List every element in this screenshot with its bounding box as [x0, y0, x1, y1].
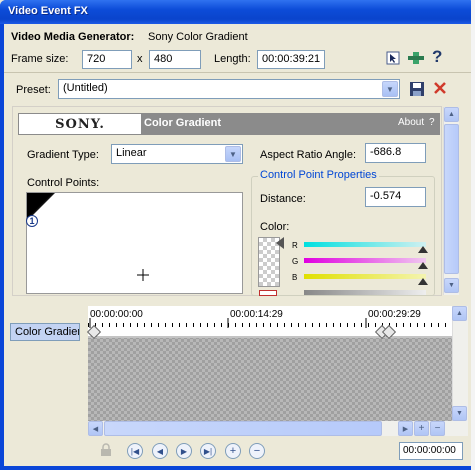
timecode-display[interactable]: 00:00:00:00: [399, 442, 463, 460]
control-points-canvas[interactable]: [26, 192, 243, 294]
distance-input[interactable]: -0.574: [365, 187, 426, 207]
last-keyframe-icon[interactable]: ▶|: [200, 443, 216, 459]
background-strip: [471, 0, 475, 470]
aspect-ratio-label: Aspect Ratio Angle:: [260, 149, 357, 161]
sony-logo: SONY.: [18, 113, 142, 135]
ruler-time-start: 00:00:00:00: [90, 309, 143, 320]
length-label: Length:: [214, 53, 251, 65]
blue-slider-track[interactable]: [304, 274, 426, 279]
red-label: R: [292, 241, 298, 250]
control-point-properties-title: Control Point Properties: [258, 169, 379, 181]
preset-label: Preset:: [16, 84, 51, 96]
ruler-time-end: 00:00:29:29: [368, 309, 421, 320]
scroll-down-icon[interactable]: ▼: [452, 406, 467, 421]
frame-size-label: Frame size:: [11, 53, 69, 65]
control-points-label: Control Points:: [27, 177, 100, 189]
color-picker-icon[interactable]: [259, 290, 277, 296]
color-label: Color:: [260, 221, 290, 233]
aspect-ratio-input[interactable]: -686.8: [365, 143, 426, 163]
blue-slider-handle[interactable]: [418, 278, 428, 285]
green-slider-handle[interactable]: [418, 262, 428, 269]
control-point-marker[interactable]: 1: [26, 215, 38, 227]
red-slider-handle[interactable]: [418, 246, 428, 253]
distance-label: Distance:: [260, 193, 306, 205]
prev-keyframe-icon[interactable]: ◀: [152, 443, 168, 459]
generator-label: Video Media Generator:: [11, 31, 135, 43]
chevron-down-icon[interactable]: ▼: [382, 81, 398, 97]
window-title: Video Event FX: [8, 5, 88, 17]
alpha-slider-track[interactable]: [304, 290, 426, 295]
scroll-up-icon[interactable]: ▲: [452, 306, 467, 321]
panel-scroll-thumb[interactable]: [444, 124, 459, 274]
separator: [4, 300, 471, 304]
cursor-tool-icon[interactable]: [386, 51, 400, 65]
help-icon[interactable]: ?: [432, 47, 442, 67]
scroll-up-icon[interactable]: ▲: [444, 107, 459, 122]
first-keyframe-icon[interactable]: |◀: [127, 443, 143, 459]
scroll-right-icon[interactable]: ▶: [398, 421, 413, 436]
track-header[interactable]: Color Gradient: [10, 323, 80, 341]
chevron-down-icon[interactable]: ▼: [225, 146, 241, 162]
about-link[interactable]: About: [398, 117, 424, 128]
plugin-help-link[interactable]: ?: [429, 117, 435, 128]
zoom-out-icon[interactable]: −: [430, 421, 445, 436]
gradient-type-label: Gradient Type:: [27, 149, 99, 161]
length-input[interactable]: 00:00:39:21: [257, 50, 325, 69]
timeline-scroll-thumb[interactable]: [104, 421, 382, 436]
ruler-time-mid: 00:00:14:29: [230, 309, 283, 320]
gradient-type-value: Linear: [116, 147, 147, 159]
delete-preset-icon[interactable]: [432, 80, 448, 96]
plugin-name: Color Gradient: [144, 117, 222, 129]
preset-dropdown[interactable]: (Untitled) ▼: [58, 79, 400, 99]
scroll-down-icon[interactable]: ▼: [444, 278, 459, 293]
frame-width-input[interactable]: 720: [82, 50, 132, 69]
save-preset-icon[interactable]: [409, 81, 425, 97]
preset-value: (Untitled): [63, 82, 108, 94]
gradient-type-dropdown[interactable]: Linear ▼: [111, 144, 243, 164]
frame-x-label: x: [137, 53, 143, 65]
frame-height-input[interactable]: 480: [149, 50, 201, 69]
next-keyframe-icon[interactable]: ▶: [176, 443, 192, 459]
scroll-left-icon[interactable]: ◀: [88, 421, 103, 436]
alpha-slider-handle[interactable]: [276, 237, 284, 249]
blue-label: B: [292, 273, 298, 282]
delete-keyframe-icon[interactable]: −: [249, 443, 265, 459]
green-slider-track[interactable]: [304, 258, 426, 263]
add-keyframe-icon[interactable]: +: [225, 443, 241, 459]
ruler-ticks: [88, 323, 452, 327]
red-slider-track[interactable]: [304, 242, 426, 247]
timeline-vscrollbar[interactable]: [452, 306, 468, 421]
green-label: G: [292, 257, 299, 266]
split-screen-icon[interactable]: [407, 51, 425, 65]
separator: [4, 72, 471, 73]
zoom-in-icon[interactable]: +: [414, 421, 429, 436]
lock-icon[interactable]: [100, 443, 112, 457]
generator-name: Sony Color Gradient: [148, 31, 248, 43]
